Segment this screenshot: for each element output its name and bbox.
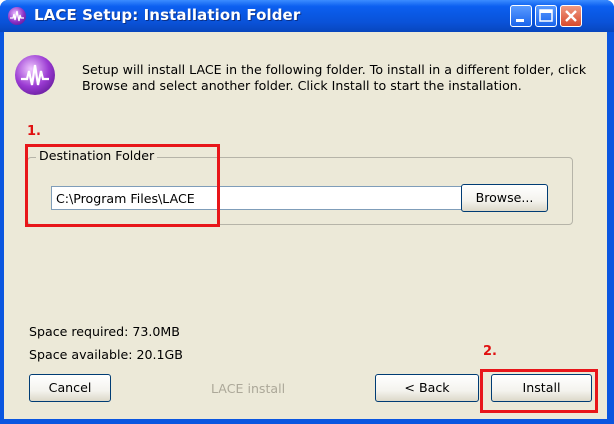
lace-logo-icon xyxy=(8,7,26,25)
minimize-icon xyxy=(516,19,524,22)
back-button[interactable]: < Back xyxy=(375,374,479,402)
space-available: Space available: 20.1GB xyxy=(29,347,183,362)
browse-button[interactable]: Browse... xyxy=(461,184,548,212)
lace-logo-icon xyxy=(15,55,55,95)
destination-folder-input[interactable] xyxy=(51,186,479,210)
branding-label: LACE install xyxy=(211,381,286,396)
minimize-button[interactable] xyxy=(510,5,532,27)
close-icon xyxy=(565,10,577,22)
step-2-annotation: 2. xyxy=(483,344,497,359)
dialog-body: Setup will install LACE in the following… xyxy=(4,32,607,419)
intro-text: Setup will install LACE in the following… xyxy=(82,62,587,93)
installer-window: LACE Setup: Installation Folder Setup wi… xyxy=(0,0,614,424)
close-button[interactable] xyxy=(560,5,582,27)
cancel-button[interactable]: Cancel xyxy=(29,374,111,402)
destination-folder-label: Destination Folder xyxy=(36,148,158,163)
install-button[interactable]: Install xyxy=(491,374,592,402)
title-bar[interactable]: LACE Setup: Installation Folder xyxy=(0,0,614,32)
space-required: Space required: 73.0MB xyxy=(29,324,180,339)
step-1-annotation: 1. xyxy=(27,124,41,139)
maximize-button[interactable] xyxy=(535,5,557,27)
maximize-icon xyxy=(539,9,553,22)
destination-folder-group: Destination Folder Browse... xyxy=(27,148,573,225)
window-title: LACE Setup: Installation Folder xyxy=(34,6,301,24)
